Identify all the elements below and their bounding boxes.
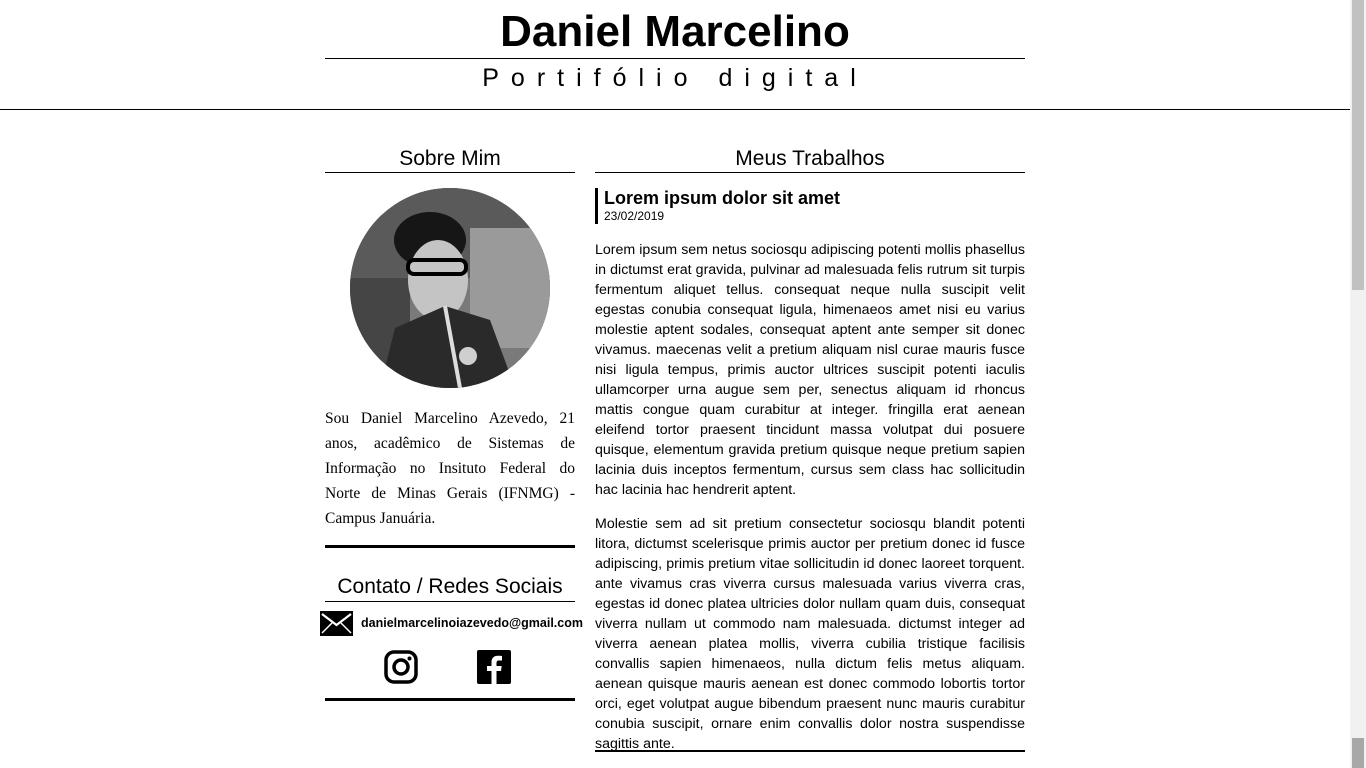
facebook-icon[interactable]	[477, 650, 511, 684]
page: Daniel Marcelino Portifólio digital Sobr…	[0, 0, 1350, 768]
site-subtitle: Portifólio digital	[482, 64, 868, 92]
about-divider	[325, 545, 575, 548]
site-header: Daniel Marcelino Portifólio digital	[0, 0, 1350, 110]
scrollbar-thumb[interactable]	[1352, 0, 1364, 290]
page-scrollbar[interactable]	[1350, 0, 1366, 768]
post-date: 23/02/2019	[604, 209, 665, 223]
post-divider	[595, 750, 1025, 752]
avatar	[350, 188, 550, 388]
post-paragraph: Molestie sem ad sit pretium consectetur …	[595, 516, 1025, 752]
post-paragraph: Lorem ipsum sem netus sociosqu adipiscin…	[595, 242, 1025, 498]
contact-divider	[325, 698, 575, 701]
avatar-photo	[350, 188, 550, 388]
post-header: Lorem ipsum dolor sit amet 23/02/2019	[595, 188, 1025, 224]
works-title: Meus Trabalhos	[595, 145, 1025, 173]
instagram-icon[interactable]	[384, 650, 418, 684]
email-row[interactable]: danielmarcelinoiazevedo@gmail.com	[318, 610, 583, 638]
scroll-down-arrow[interactable]	[1352, 738, 1364, 768]
bio-text: Sou Daniel Marcelino Azevedo, 21 anos, a…	[325, 410, 575, 527]
post-title[interactable]: Lorem ipsum dolor sit amet	[604, 188, 1025, 208]
mail-icon	[320, 611, 353, 636]
site-title: Daniel Marcelino	[325, 6, 1025, 59]
email-link[interactable]: danielmarcelinoiazevedo@gmail.com	[361, 616, 583, 630]
about-title: Sobre Mim	[325, 145, 575, 173]
contact-title: Contato / Redes Sociais	[325, 573, 575, 602]
